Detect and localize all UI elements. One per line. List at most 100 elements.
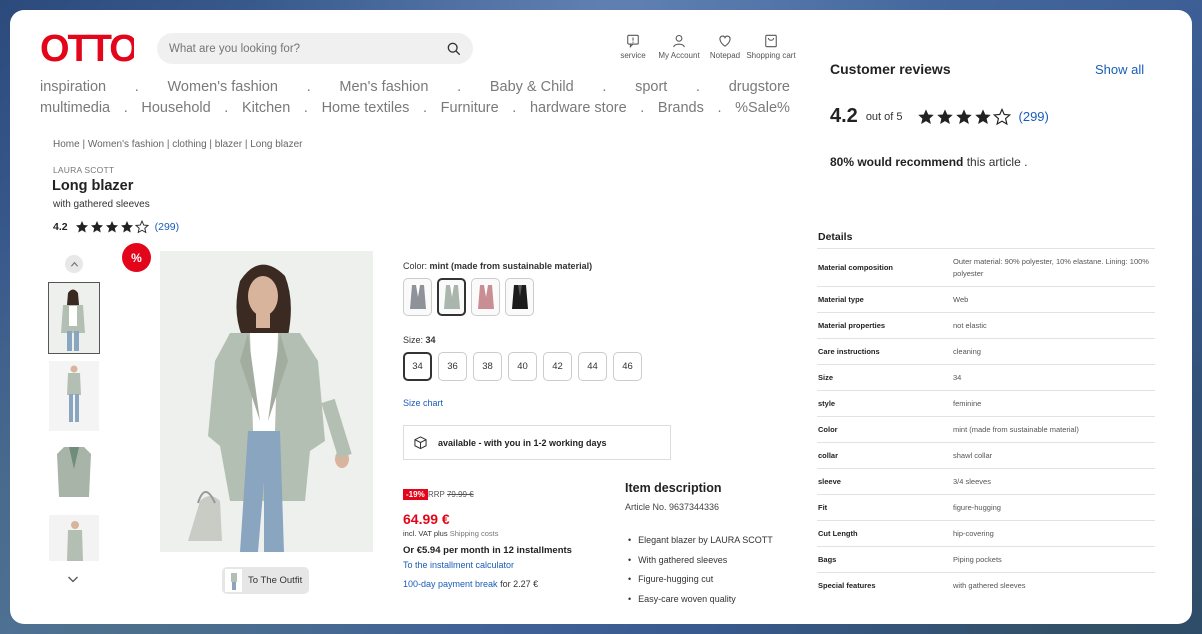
nav-hardware-store[interactable]: hardware store [530,100,627,116]
cart-icon [765,34,777,48]
vat-note: incl. VAT plus Shipping costs [403,529,499,538]
chevron-down-icon[interactable] [66,572,80,586]
model-bag-thumbnail [49,515,99,561]
payment-break: 100-day payment break for 2.27 € [403,579,539,589]
size-chart-link[interactable]: Size chart [403,398,443,408]
outfit-thumbnail [225,569,242,592]
nav-sport[interactable]: sport [635,79,667,95]
show-all-reviews-link[interactable]: Show all [1095,62,1144,77]
star-empty-icon [134,220,149,234]
account-icon [673,34,685,48]
review-count-link[interactable]: (299) [155,221,180,233]
color-swatch-mint[interactable] [437,278,466,316]
notepad-label: Notepad [709,51,741,60]
size-option-36[interactable]: 36 [438,352,467,381]
product-subtitle: with gathered sleeves [53,199,150,210]
availability-text: available - with you in 1-2 working days [438,437,607,448]
blazer-flat-thumbnail [49,439,99,509]
size-option-42[interactable]: 42 [543,352,572,381]
table-row: Material composition Outer material: 90% … [817,248,1155,287]
account-button[interactable]: My Account [656,34,702,60]
current-price: 64.99 € [403,511,450,527]
table-row: Bags Piping pockets [817,546,1155,573]
table-row: Cut Length hip-covering [817,520,1155,547]
review-out-of: out of 5 [865,110,903,123]
service-button[interactable]: service [610,34,656,60]
size-option-46[interactable]: 46 [613,352,642,381]
search-input[interactable] [169,42,447,55]
rating-value: 4.2 [53,221,68,233]
nav-brands[interactable]: Brands [658,100,704,116]
size-option-40[interactable]: 40 [508,352,537,381]
nav-home-textiles[interactable]: Home textiles [322,100,410,116]
nav-drugstore[interactable]: drugstore [729,79,790,95]
star-empty-icon [992,107,1011,125]
heart-icon [719,35,731,47]
size-value: 34 [425,335,436,345]
discount-badge: -19% [403,489,428,500]
star-full-icon [105,221,118,233]
nav-womens-fashion[interactable]: Women's fashion [168,79,279,95]
thumbs-scroll-up-button[interactable] [65,255,83,273]
nav-row-2: multimedia. Household. Kitchen. Home tex… [40,99,790,116]
star-full-icon [120,221,133,233]
size-option-38[interactable]: 38 [473,352,502,381]
star-full-icon [955,108,972,124]
outfit-button[interactable]: To The Outfit [222,567,309,594]
details-table: Material composition Outer material: 90% … [817,248,1155,599]
nav-furniture[interactable]: Furniture [441,100,499,116]
table-row: Care instructions cleaning [817,338,1155,365]
gallery-thumb-3[interactable] [49,439,99,509]
review-score-value: 4.2 [830,105,858,127]
cart-label: Shopping cart [746,51,796,60]
nav-multimedia[interactable]: multimedia [40,100,110,116]
color-swatch-black[interactable] [505,278,534,316]
nav-baby-child[interactable]: Baby & Child [490,79,574,95]
gallery-thumb-4[interactable] [49,515,99,561]
product-main-image[interactable] [160,251,373,552]
chevron-up-icon [70,261,78,267]
nav-mens-fashion[interactable]: Men's fashion [339,79,428,95]
availability-box: available - with you in 1-2 working days [403,425,671,460]
gallery-thumb-2[interactable] [49,361,99,431]
page-title: Long blazer [52,178,134,194]
header-icons: service My Account Notepad Shopping cart [610,34,796,60]
star-full-icon [75,221,88,233]
table-row: Material properties not elastic [817,312,1155,339]
breadcrumb[interactable]: Home | Women's fashion | clothing | blaz… [53,139,302,150]
table-row: style feminine [817,390,1155,417]
sale-badge: % [122,243,151,272]
table-row: Material type Web [817,286,1155,313]
category-nav: inspiration. Women's fashion. Men's fash… [40,76,790,118]
notepad-button[interactable]: Notepad [702,34,748,60]
package-icon [414,436,427,449]
shipping-costs-link[interactable]: Shipping costs [450,529,499,538]
color-swatches [403,278,534,316]
nav-kitchen[interactable]: Kitchen [242,100,290,116]
model-wearing-blazer-image [160,251,373,552]
product-rating[interactable]: 4.2 (299) [53,220,179,234]
item-description-heading: Item description [625,481,722,495]
size-option-44[interactable]: 44 [578,352,607,381]
otto-logo[interactable]: OTTO [40,30,134,66]
model-full-thumbnail [49,361,99,431]
color-swatch-grey[interactable] [403,278,432,316]
service-label: service [620,51,646,60]
search-icon[interactable] [447,42,461,56]
search-bar[interactable] [157,33,473,64]
payment-break-link[interactable]: 100-day payment break [403,579,498,589]
installment-calculator-link[interactable]: To the installment calculator [403,560,514,570]
brand-name[interactable]: LAURA SCOTT [53,165,114,175]
installments-text: Or €5.94 per month in 12 installments [403,545,572,556]
nav-inspiration[interactable]: inspiration [40,79,106,95]
reviews-count-link[interactable]: (299) [1019,109,1049,124]
recommendation-text: 80% would recommend this article . [830,155,1028,169]
nav-sale[interactable]: %Sale% [735,100,790,116]
cart-button[interactable]: Shopping cart [746,34,796,60]
color-value: mint (made from sustainable material) [429,261,593,271]
outfit-label: To The Outfit [248,575,303,586]
size-option-34[interactable]: 34 [403,352,432,381]
nav-household[interactable]: Household [141,100,210,116]
color-swatch-rose[interactable] [471,278,500,316]
gallery-thumb-1[interactable] [48,282,100,354]
